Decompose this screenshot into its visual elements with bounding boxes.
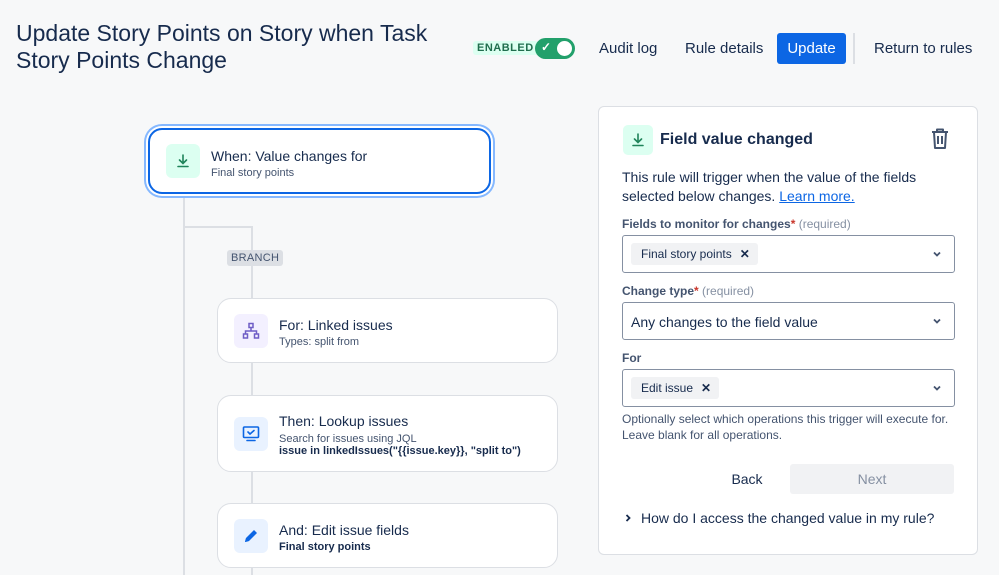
panel-title: Field value changed — [660, 131, 813, 148]
branch-card-subtitle: Types: split from — [279, 336, 360, 348]
trigger-card[interactable]: When: Value changes for Final story poin… — [148, 128, 491, 194]
for-help-text: Optionally select which operations this … — [622, 412, 949, 442]
for-label: For — [622, 351, 642, 365]
field-chip: Final story points ✕ — [631, 243, 758, 265]
lookup-card-jql: issue in linkedIssues("{{issue.key}}, "s… — [279, 445, 521, 457]
automation-rule-page: Update Story Points on Story when Task S… — [0, 0, 999, 575]
howto-expander[interactable]: How do I access the changed value in my … — [623, 510, 934, 526]
panel-description: This rule will trigger when the value of… — [622, 169, 917, 204]
for-operations-select[interactable]: Edit issue ✕ — [622, 369, 955, 407]
branch-card[interactable]: For: Linked issues Types: split from — [217, 298, 558, 363]
change-type-label: Change type* (required) — [622, 284, 755, 298]
hierarchy-icon — [234, 314, 268, 348]
trigger-title: When: Value changes for — [211, 148, 368, 164]
lookup-card-subtitle: Search for issues using JQL — [279, 433, 417, 445]
change-type-value: Any changes to the field value — [631, 314, 818, 330]
edit-card-title: And: Edit issue fields — [279, 522, 409, 538]
flow-main-line — [183, 196, 185, 575]
branch-badge: BRANCH — [227, 250, 284, 266]
download-arrow-icon — [623, 125, 653, 155]
header-divider — [853, 33, 855, 64]
remove-chip-icon[interactable]: ✕ — [701, 381, 711, 395]
fields-label: Fields to monitor for changes* (required… — [622, 217, 851, 231]
change-type-select[interactable]: Any changes to the field value — [622, 302, 955, 340]
enabled-status-label: ENABLED — [473, 41, 538, 55]
chevron-right-icon — [623, 510, 633, 526]
operation-chip: Edit issue ✕ — [631, 377, 720, 399]
check-icon: ✓ — [541, 40, 552, 54]
rule-details-button[interactable]: Rule details — [685, 40, 763, 57]
learn-more-link[interactable]: Learn more. — [779, 188, 854, 204]
next-button[interactable]: Next — [790, 464, 954, 494]
back-button[interactable]: Back — [687, 464, 807, 494]
audit-log-button[interactable]: Audit log — [599, 40, 657, 57]
trash-icon[interactable] — [929, 127, 951, 151]
lookup-card-title: Then: Lookup issues — [279, 413, 409, 429]
return-to-rules-button[interactable]: Return to rules — [874, 40, 972, 57]
remove-chip-icon[interactable]: ✕ — [740, 247, 750, 261]
toggle-knob — [557, 41, 572, 56]
pencil-icon — [234, 519, 268, 553]
page-title: Update Story Points on Story when Task S… — [16, 20, 428, 73]
edit-issue-card[interactable]: And: Edit issue fields Final story point… — [217, 503, 558, 568]
branch-connector — [183, 226, 251, 228]
howto-label: How do I access the changed value in my … — [641, 510, 935, 526]
fields-to-monitor-select[interactable]: Final story points ✕ — [622, 235, 955, 273]
download-arrow-icon — [166, 144, 200, 178]
branch-card-title: For: Linked issues — [279, 317, 393, 333]
rule-enabled-toggle[interactable]: ✓ — [535, 38, 575, 59]
chevron-down-icon — [933, 318, 941, 324]
monitor-icon — [234, 417, 268, 451]
update-button[interactable]: Update — [777, 33, 846, 64]
chevron-down-icon — [933, 385, 941, 391]
trigger-config-panel: Field value changed This rule will trigg… — [598, 106, 978, 555]
chevron-down-icon — [933, 251, 941, 257]
edit-card-detail: Final story points — [279, 541, 371, 553]
trigger-subtitle: Final story points — [211, 167, 295, 179]
lookup-issues-card[interactable]: Then: Lookup issues Search for issues us… — [217, 395, 558, 472]
